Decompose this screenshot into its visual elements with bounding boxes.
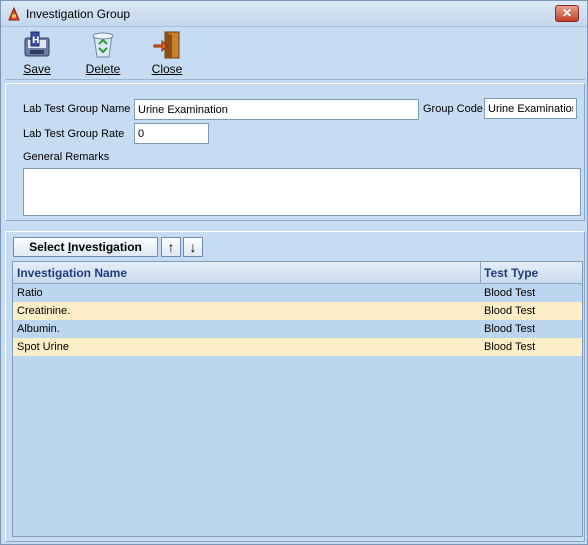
investigation-name-cell: Albumin. bbox=[17, 323, 60, 335]
close-button[interactable]: Close bbox=[149, 30, 185, 76]
title-bar: Investigation Group ✕ bbox=[1, 1, 587, 27]
table-row[interactable]: Creatinine. Blood Test bbox=[13, 302, 582, 320]
save-label: Save bbox=[23, 62, 51, 76]
toolbar: H Save Delete Close bbox=[5, 28, 585, 80]
test-type-cell: Blood Test bbox=[484, 323, 536, 335]
test-type-cell: Blood Test bbox=[484, 305, 536, 317]
investigation-name-cell: Creatinine. bbox=[17, 305, 71, 317]
table-row[interactable]: Albumin. Blood Test bbox=[13, 320, 582, 338]
arrow-down-icon: ↓ bbox=[189, 239, 197, 255]
table-row[interactable]: Spot Urine Blood Test bbox=[13, 338, 582, 356]
exit-door-icon bbox=[153, 31, 180, 59]
arrow-up-icon: ↑ bbox=[167, 239, 175, 255]
investigation-name-cell: Ratio bbox=[17, 287, 43, 299]
general-remarks-label: General Remarks bbox=[23, 151, 110, 163]
move-down-button[interactable]: ↓ bbox=[183, 237, 203, 257]
grid-header: Investigation Name Test Type bbox=[13, 262, 582, 284]
column-header-investigation-name[interactable]: Investigation Name bbox=[17, 266, 127, 280]
investigation-group-window: Investigation Group ✕ H Save Delete Clos… bbox=[0, 0, 588, 545]
move-up-button[interactable]: ↑ bbox=[161, 237, 181, 257]
group-code-input[interactable] bbox=[484, 98, 577, 119]
group-name-label: Lab Test Group Name bbox=[23, 103, 131, 115]
save-icon: H bbox=[24, 31, 50, 57]
group-rate-input[interactable] bbox=[134, 123, 209, 144]
test-type-cell: Blood Test bbox=[484, 287, 536, 299]
investigation-grid[interactable]: Investigation Name Test Type Ratio Blood… bbox=[12, 261, 583, 537]
select-investigation-label: Select Investigation bbox=[29, 240, 142, 254]
window-close-button[interactable]: ✕ bbox=[555, 5, 579, 22]
close-label: Close bbox=[151, 62, 183, 76]
group-rate-label: Lab Test Group Rate bbox=[23, 128, 125, 140]
recycle-bin-icon bbox=[92, 32, 114, 58]
table-row[interactable]: Ratio Blood Test bbox=[13, 284, 582, 302]
group-name-input[interactable] bbox=[134, 99, 419, 120]
group-code-label: Group Code bbox=[423, 103, 483, 115]
delete-label: Delete bbox=[85, 62, 121, 76]
svg-text:H: H bbox=[32, 36, 40, 46]
delete-button[interactable]: Delete bbox=[83, 30, 123, 76]
select-investigation-button[interactable]: Select Investigation bbox=[13, 237, 158, 257]
window-title: Investigation Group bbox=[26, 7, 131, 21]
save-button[interactable]: H Save bbox=[19, 30, 55, 76]
column-header-test-type[interactable]: Test Type bbox=[484, 266, 538, 280]
column-divider[interactable] bbox=[480, 262, 481, 284]
investigation-name-cell: Spot Urine bbox=[17, 341, 69, 353]
test-type-cell: Blood Test bbox=[484, 341, 536, 353]
app-icon bbox=[8, 6, 20, 21]
general-remarks-textarea[interactable] bbox=[23, 168, 581, 216]
